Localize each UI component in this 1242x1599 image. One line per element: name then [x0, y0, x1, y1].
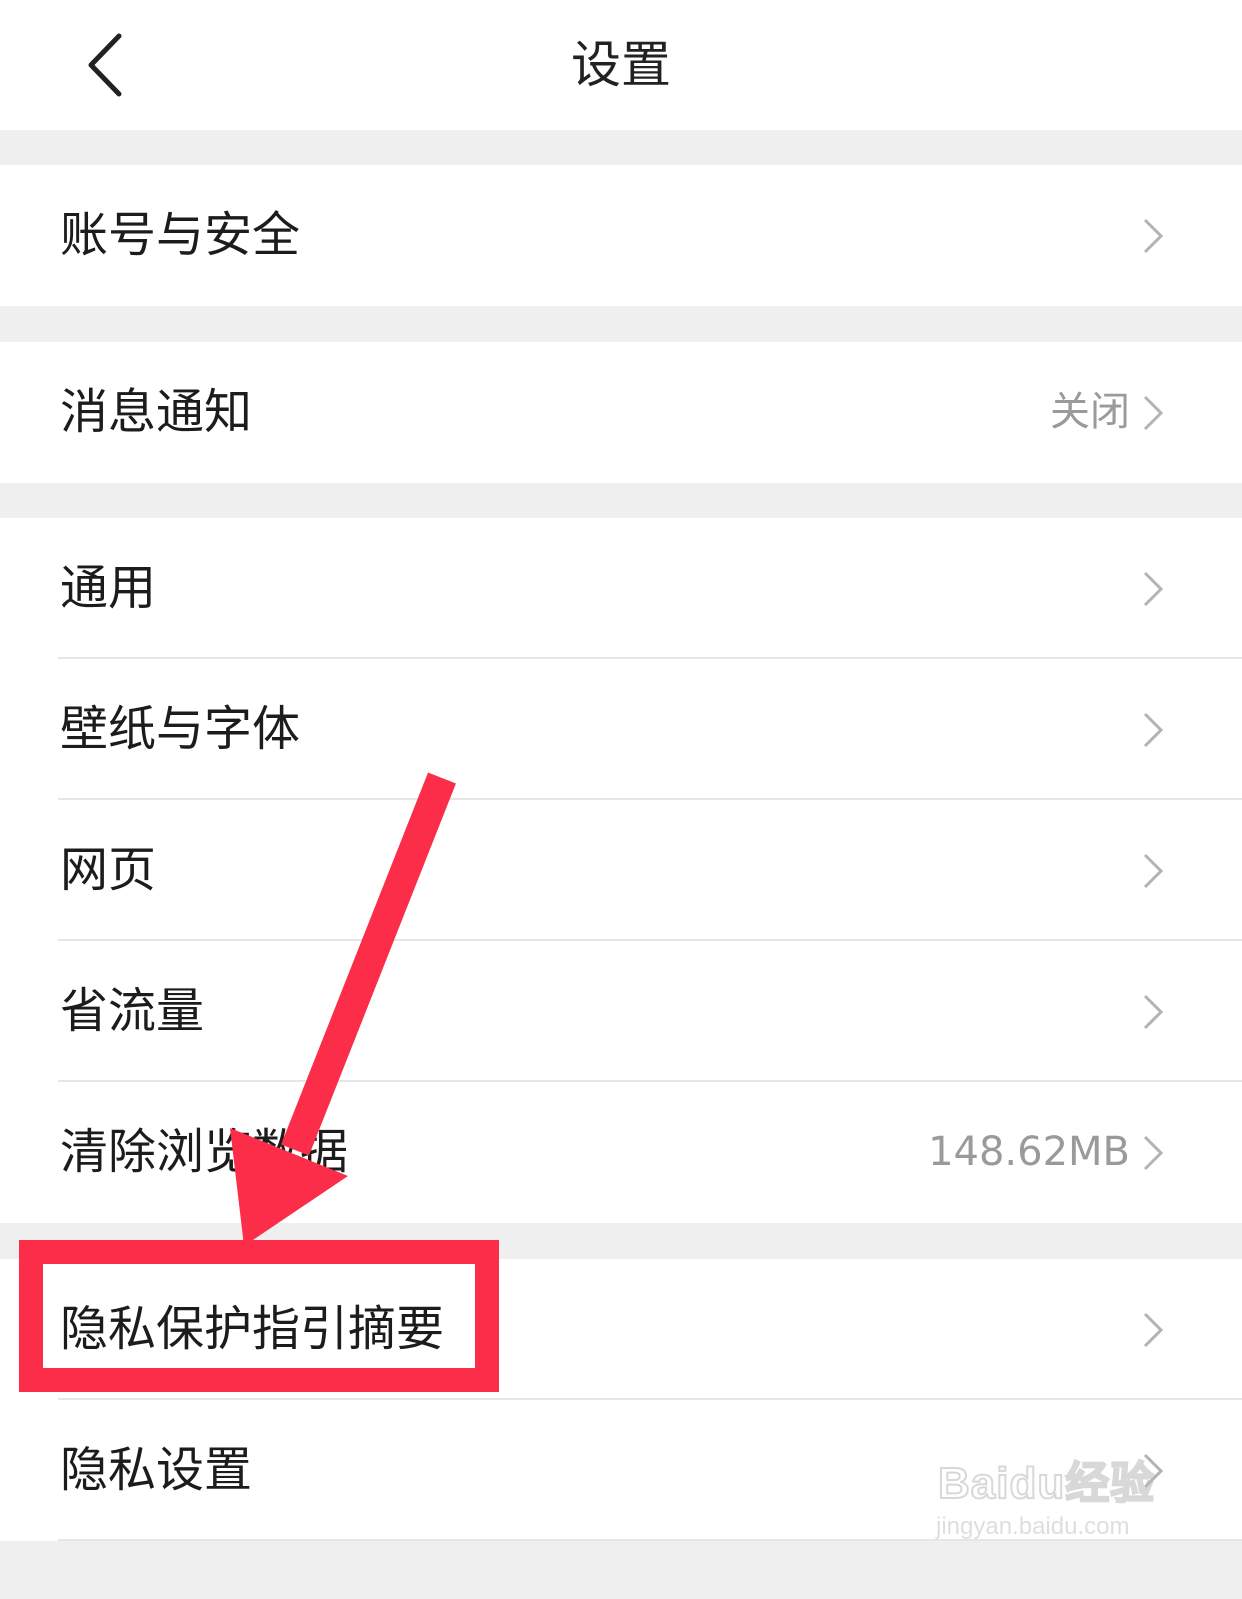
settings-item-notifications[interactable]: 消息通知 关闭 — [0, 342, 1242, 483]
settings-item-clear-browsing-data[interactable]: 清除浏览数据 148.62MB — [0, 1082, 1242, 1223]
chevron-right-icon — [1143, 994, 1164, 1030]
settings-item-label: 通用 — [60, 560, 157, 616]
watermark-url: jingyan.baidu.com — [936, 1513, 1130, 1540]
chevron-right-icon — [1143, 1135, 1164, 1171]
settings-item-account-security[interactable]: 账号与安全 — [0, 165, 1242, 306]
chevron-right-icon — [1143, 853, 1164, 889]
chevron-right-icon — [1143, 571, 1164, 607]
settings-item-label: 省流量 — [60, 983, 205, 1039]
nav-bar: 设置 — [0, 0, 1242, 130]
watermark-brand: Baidu经验 — [937, 1458, 1156, 1509]
settings-item-label: 壁纸与字体 — [60, 701, 301, 757]
settings-item-value: 148.62MB — [928, 1129, 1130, 1175]
settings-item-label: 清除浏览数据 — [60, 1124, 349, 1180]
settings-group-account: 账号与安全 — [0, 165, 1242, 306]
watermark: Baidu经验 jingyan.baidu.com — [930, 1435, 1170, 1555]
settings-item-webpage[interactable]: 网页 — [0, 800, 1242, 941]
settings-group-general: 通用 壁纸与字体 网页 省流量 清除浏览数据 148.62MB — [0, 518, 1242, 1223]
chevron-right-icon — [1143, 395, 1164, 431]
settings-item-privacy-guide-summary[interactable]: 隐私保护指引摘要 — [0, 1259, 1242, 1400]
settings-item-label: 网页 — [60, 842, 157, 898]
chevron-right-icon — [1143, 1312, 1164, 1348]
chevron-right-icon — [1143, 218, 1164, 254]
settings-item-label: 隐私保护指引摘要 — [60, 1301, 445, 1357]
settings-item-label: 账号与安全 — [60, 207, 301, 263]
settings-item-wallpaper-font[interactable]: 壁纸与字体 — [0, 659, 1242, 800]
chevron-right-icon — [1143, 712, 1164, 748]
settings-item-general[interactable]: 通用 — [0, 518, 1242, 659]
settings-group-notifications: 消息通知 关闭 — [0, 342, 1242, 483]
settings-item-label: 隐私设置 — [60, 1442, 253, 1498]
settings-item-label: 消息通知 — [60, 384, 253, 440]
page-title: 设置 — [571, 36, 671, 94]
settings-item-value: 关闭 — [1050, 389, 1130, 435]
settings-item-data-saver[interactable]: 省流量 — [0, 941, 1242, 1082]
